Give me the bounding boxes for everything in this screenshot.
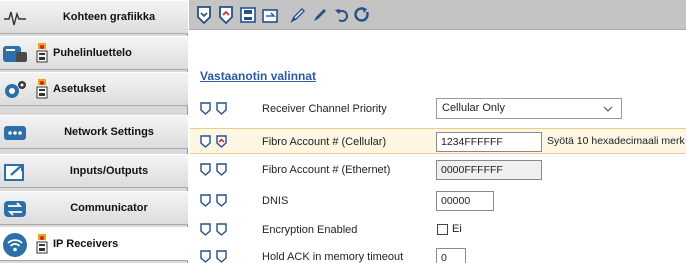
field-hint: Syötä 10 hexadecimaali merk [547, 135, 685, 147]
dots-icon [2, 120, 28, 145]
encryption-enabled-checkbox[interactable] [437, 224, 448, 235]
receive-icon[interactable] [216, 250, 227, 263]
sidebar-item-label: Puhelinluettelo [53, 47, 132, 59]
sidebar-item-network-settings[interactable]: Network Settings [0, 115, 188, 149]
send-icon[interactable] [200, 250, 211, 263]
pencil-icon[interactable] [311, 5, 329, 25]
send-icon[interactable] [195, 5, 213, 25]
refresh-icon[interactable] [353, 5, 371, 25]
setting-label: Receiver Channel Priority [262, 103, 387, 115]
arrows-icon [2, 196, 28, 221]
sidebar: Kohteen grafiikka Puhelinluettelo Asetuk… [0, 0, 188, 263]
setting-label: Fibro Account # (Ethernet) [262, 164, 391, 176]
sidebar-item-label: Communicator [70, 202, 148, 214]
document-marker-icon [36, 76, 48, 99]
io-icon [2, 159, 28, 184]
sidebar-item-inputs-outputs[interactable]: Inputs/Outputs [0, 154, 188, 188]
toolbar [189, 0, 686, 30]
sidebar-item-label: Inputs/Outputs [69, 165, 149, 177]
sidebar-item-puhelinluettelo[interactable]: Puhelinluettelo [0, 36, 188, 70]
chevron-down-icon [603, 104, 613, 116]
wifi-icon [2, 232, 28, 257]
sidebar-item-label: Kohteen grafiikka [62, 11, 156, 23]
load-icon[interactable] [261, 5, 279, 25]
setting-row-fibro-account-ethernet: Fibro Account # (Ethernet) 0000FFFFFF [190, 157, 686, 183]
receive-icon[interactable] [216, 194, 227, 207]
sidebar-item-label: Network Settings [64, 126, 154, 138]
sidebar-item-kohteen-grafiikka[interactable]: Kohteen grafiikka [0, 0, 188, 34]
sidebar-item-asetukset[interactable]: Asetukset [0, 72, 188, 106]
save-icon[interactable] [239, 5, 257, 25]
sidebar-item-ip-receivers[interactable]: IP Receivers [0, 227, 188, 261]
send-icon[interactable] [200, 102, 211, 115]
hold-ack-timeout-input[interactable]: 0 [436, 248, 466, 263]
sidebar-item-communicator[interactable]: Communicator [0, 191, 188, 225]
receive-icon[interactable] [216, 102, 227, 115]
receive-icon[interactable] [216, 135, 227, 148]
receiver-channel-priority-select[interactable]: Cellular Only [436, 98, 622, 119]
send-icon[interactable] [200, 135, 211, 148]
undo-icon[interactable] [333, 5, 351, 25]
select-value: Cellular Only [442, 102, 505, 114]
checkbox-label: Ei [452, 223, 462, 235]
fibro-account-cellular-input[interactable]: 1234FFFFFF [436, 132, 542, 152]
receive-icon[interactable] [216, 163, 227, 176]
section-title[interactable]: Vastaanotin valinnat [200, 69, 316, 83]
setting-row-receiver-channel-priority: Receiver Channel Priority Cellular Only [190, 96, 686, 122]
phone-icon [2, 41, 28, 66]
setting-row-encryption-enabled: Encryption Enabled Ei [190, 217, 686, 243]
receive-icon[interactable] [216, 223, 227, 236]
receive-icon[interactable] [217, 5, 235, 25]
send-icon[interactable] [200, 163, 211, 176]
send-icon[interactable] [200, 194, 211, 207]
setting-row-fibro-account-cellular: Fibro Account # (Cellular) 1234FFFFFF Sy… [190, 128, 686, 154]
waveform-icon [2, 5, 28, 30]
sidebar-item-label: IP Receivers [53, 238, 119, 250]
setting-row-hold-ack-timeout: Hold ACK in memory timeout 0 [190, 244, 686, 263]
gear-icon [2, 77, 28, 102]
send-icon[interactable] [200, 223, 211, 236]
fibro-account-ethernet-input[interactable]: 0000FFFFFF [436, 160, 542, 180]
setting-label: Hold ACK in memory timeout [262, 251, 404, 263]
document-marker-icon [36, 231, 48, 254]
sidebar-item-label: Asetukset [53, 83, 106, 95]
dnis-input[interactable]: 00000 [436, 191, 494, 211]
setting-label: Encryption Enabled [262, 224, 358, 236]
setting-label: DNIS [262, 195, 289, 207]
setting-row-dnis: DNIS 00000 [190, 188, 686, 214]
setting-label: Fibro Account # (Cellular) [262, 136, 387, 148]
document-marker-icon [36, 40, 48, 63]
pencil-icon[interactable] [289, 5, 307, 25]
